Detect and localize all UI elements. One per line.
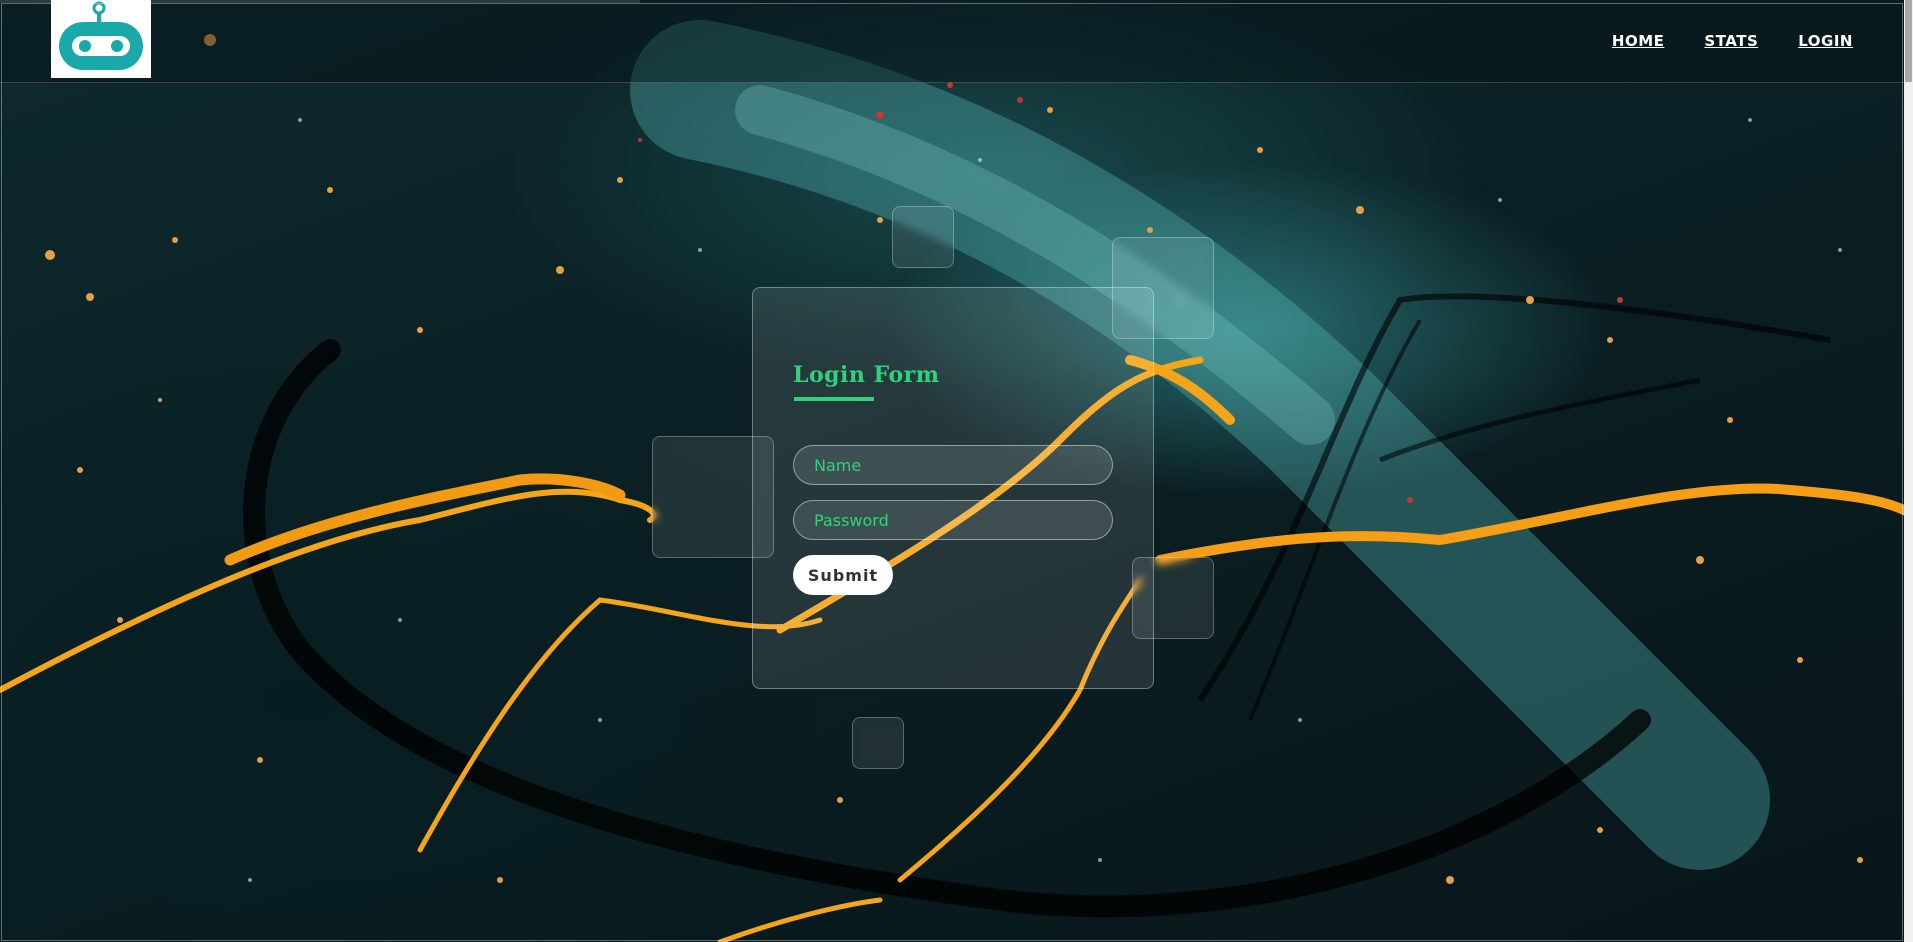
nav-link-stats[interactable]: STATS [1704,32,1758,50]
glass-square-top [892,206,954,268]
submit-button[interactable]: Submit [793,555,893,595]
navbar: HOME STATS LOGIN [0,0,1913,83]
title-underline [794,397,874,401]
robot-head-icon [59,1,143,70]
login-form-title: Login Form [793,362,940,388]
page: HOME STATS LOGIN Login Form Submit [0,0,1913,942]
main-nav: HOME STATS LOGIN [1612,32,1853,50]
login-form: Login Form Submit [752,287,1154,689]
vertical-scrollbar[interactable] [1904,0,1913,942]
logo[interactable] [51,0,151,78]
scrollbar-thumb[interactable] [1905,0,1912,82]
nav-link-home[interactable]: HOME [1612,32,1664,50]
glass-square-bottom [852,717,904,769]
password-input[interactable] [793,500,1113,540]
name-input[interactable] [793,445,1113,485]
orange-stroke-bottom-left [717,897,883,942]
nav-link-login[interactable]: LOGIN [1798,32,1853,50]
